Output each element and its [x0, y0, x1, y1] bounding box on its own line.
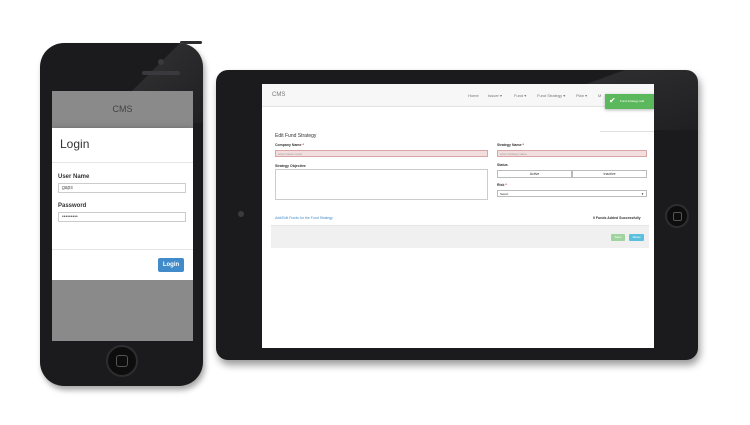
strategy-name-input[interactable]: enter strategy name	[497, 150, 647, 157]
edit-funds-link[interactable]: Add/Edit Funds for the Fund Strategy	[275, 216, 333, 220]
login-button[interactable]: Login	[158, 258, 184, 272]
login-footer-divider	[52, 249, 193, 250]
form-footer	[271, 225, 649, 248]
nav-plan[interactable]: Plan ▾	[576, 93, 587, 98]
tablet-camera-icon	[238, 211, 244, 217]
strategy-name-label: Strategy Name *	[497, 143, 524, 147]
phone-app-header: CMS	[52, 91, 193, 128]
risk-select[interactable]: Select ▼	[497, 190, 647, 197]
username-input[interactable]: gaps	[58, 183, 186, 193]
nav-issuer[interactable]: Issuer ▾	[488, 93, 502, 98]
phone-screen: CMS Login User Name gaps Password ••••••…	[52, 91, 193, 341]
company-name-input[interactable]: enter issuer name	[275, 150, 488, 157]
status-active-button[interactable]: Active	[497, 170, 572, 178]
login-title: Login	[60, 137, 90, 151]
strategy-objective-textarea[interactable]	[275, 169, 488, 200]
tablet-screen: CMS Home Issuer ▾ Fund ▾ Fund Strategy ▾…	[262, 84, 654, 348]
save-button[interactable]: Save	[611, 234, 625, 241]
nav-more[interactable]: M	[598, 93, 601, 98]
required-asterisk: *	[522, 143, 524, 147]
required-asterisk: *	[505, 183, 507, 187]
strategy-objective-label: Strategy Objective	[275, 164, 306, 168]
tablet-home-button[interactable]	[665, 204, 689, 228]
risk-select-value: Select	[500, 192, 509, 196]
top-navbar: CMS Home Issuer ▾ Fund ▾ Fund Strategy ▾…	[262, 84, 654, 107]
password-label: Password	[58, 203, 87, 209]
phone-speaker	[142, 71, 180, 75]
form-title: Edit Fund Strategy	[275, 133, 317, 139]
toast-divider	[600, 131, 654, 132]
caret-down-icon: ▼	[641, 192, 644, 196]
username-label: User Name	[58, 174, 90, 180]
checkmark-icon: ✔	[609, 96, 616, 105]
phone-backdrop	[52, 280, 193, 341]
phone-camera-icon	[158, 59, 164, 65]
required-asterisk: *	[302, 143, 304, 147]
success-toast[interactable]: ✔ Fund strategy add	[605, 94, 654, 109]
password-input[interactable]: •••••••••	[58, 212, 186, 222]
funds-added-status: 0 Funds Added Successfully	[593, 216, 641, 220]
risk-label: Risk *	[497, 183, 507, 187]
nav-fund-strategy[interactable]: Fund Strategy ▾	[537, 93, 565, 98]
toast-message: Fund strategy add	[620, 99, 645, 103]
phone-home-button[interactable]	[106, 345, 138, 377]
phone-app-title: CMS	[112, 104, 133, 114]
reset-button[interactable]: Reset	[629, 234, 644, 241]
login-divider	[52, 162, 193, 163]
nav-home[interactable]: Home	[468, 93, 479, 98]
login-modal: Login User Name gaps Password ••••••••• …	[52, 128, 193, 280]
company-name-label: Company Name *	[275, 143, 304, 147]
status-label: Status	[497, 163, 508, 167]
navbar-brand[interactable]: CMS	[272, 92, 285, 98]
nav-fund[interactable]: Fund ▾	[514, 93, 526, 98]
status-inactive-button[interactable]: Inactive	[572, 170, 647, 178]
